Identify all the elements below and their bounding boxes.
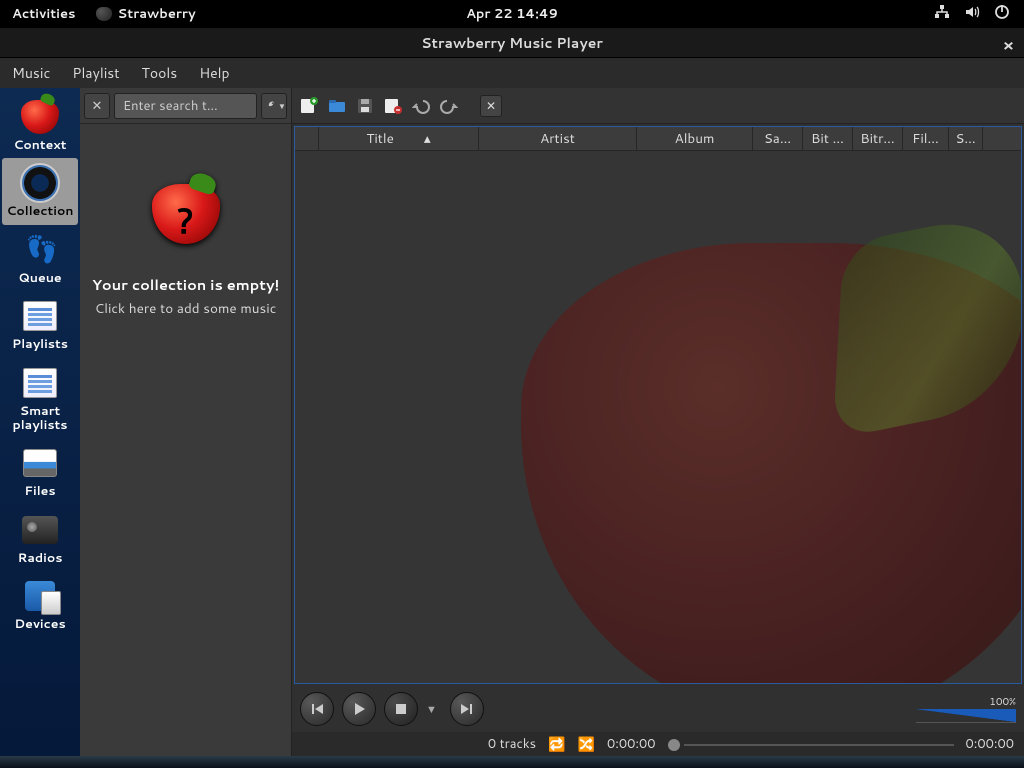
files-icon [23,449,57,477]
save-playlist-button[interactable] [354,95,376,117]
new-playlist-button[interactable] [298,95,320,117]
repeat-icon[interactable]: 🔁 [548,734,565,754]
volume-icon[interactable] [964,4,980,25]
seek-slider[interactable] [498,704,892,714]
clear-playlist-button[interactable] [382,95,404,117]
collection-toolbar: ✕ Enter search t… ▼ [80,88,291,124]
status-bar: 0 tracks 🔁 🔀 0:00:00 0:00:00 [292,732,1024,756]
window-title: Strawberry Music Player [421,33,603,53]
sidebar-item-label: Radios [18,551,63,565]
menu-help[interactable]: Help [199,63,229,83]
column-header[interactable]: Sa… [753,127,803,150]
column-header[interactable]: S… [949,127,983,150]
volume-label: 100% [989,695,1016,709]
volume-control[interactable]: 100% [906,695,1016,723]
question-mark-icon: ? [177,196,194,244]
collection-options-button[interactable]: ▼ [261,93,287,119]
menu-music[interactable]: Music [12,63,50,83]
footsteps-icon: 👣 [26,235,54,265]
elapsed-time: 0:00:00 [607,735,656,753]
sidebar-item-label: Smart playlists [2,404,78,433]
redo-button[interactable] [438,95,460,117]
app-menu[interactable]: Strawberry [96,5,196,23]
collection-search-input[interactable]: Enter search t… [114,93,257,119]
left-sidebar: Context Collection 👣 Queue Playlists Sma… [0,88,80,756]
position-slider[interactable] [668,735,954,753]
stop-after-dropdown[interactable]: ▼ [426,701,442,717]
sidebar-item-context[interactable]: Context [2,92,78,158]
sidebar-item-label: Queue [18,271,61,285]
column-header[interactable]: Bit … [803,127,853,150]
sidebar-item-queue[interactable]: 👣 Queue [2,225,78,291]
menu-playlist[interactable]: Playlist [72,63,119,83]
wrench-icon [262,99,276,113]
next-button[interactable] [450,692,484,726]
playlist-icon [23,301,57,331]
sidebar-item-collection[interactable]: Collection [2,158,78,224]
collection-empty-subtext: Click here to add some music [95,299,277,318]
radio-icon [22,516,58,544]
column-headers: Title ▴ArtistAlbumSa…Bit …Bitr…Fil…S… [295,127,1021,151]
column-header[interactable]: Title ▴ [319,127,479,150]
collection-panel: ✕ Enter search t… ▼ ? Your collection is… [80,88,292,756]
column-header[interactable]: Fil… [903,127,949,150]
sort-asc-icon: ▴ [424,129,431,148]
column-header[interactable]: Album [637,127,753,150]
column-header[interactable]: Bitr… [853,127,903,150]
previous-button[interactable] [300,692,334,726]
sidebar-item-playlists[interactable]: Playlists [2,291,78,357]
collection-empty-state[interactable]: ? Your collection is empty! Click here t… [80,124,291,756]
menu-tools[interactable]: Tools [142,63,178,83]
stop-button[interactable] [384,692,418,726]
sidebar-item-smart-playlists[interactable]: Smart playlists [2,358,78,439]
window-titlebar: Strawberry Music Player × [0,28,1024,58]
activities-button[interactable]: Activities [12,5,76,23]
total-time: 0:00:00 [966,735,1015,753]
playlist-toolbar: ✕ [292,88,1024,124]
sidebar-item-devices[interactable]: Devices [2,571,78,637]
playback-bar: ▼ 100% [292,686,1024,732]
playlist-pane: ✕ Title ▴ArtistAlbumSa…Bit …Bitr…Fil…S… … [292,88,1024,756]
menubar: Music Playlist Tools Help [0,58,1024,88]
smart-playlist-icon [23,368,57,398]
desktop-background [0,756,1024,768]
collection-empty-heading: Your collection is empty! [92,274,279,295]
strawberry-icon [21,100,59,134]
vinyl-icon [20,163,60,203]
window-close-button[interactable]: × [1003,34,1014,57]
track-count: 0 tracks [488,735,536,753]
sidebar-item-label: Devices [14,617,65,631]
playlist-body[interactable] [295,151,1021,683]
sidebar-item-label: Files [24,484,55,498]
column-header[interactable] [295,127,319,150]
sidebar-item-files[interactable]: Files [2,438,78,504]
close-tab-button[interactable]: ✕ [480,95,502,117]
strawberry-icon [96,7,112,21]
shuffle-icon[interactable]: 🔀 [578,734,595,754]
sidebar-item-label: Context [14,138,67,152]
column-header[interactable]: Artist [479,127,637,150]
undo-button[interactable] [410,95,432,117]
play-button[interactable] [342,692,376,726]
playlist-table: Title ▴ArtistAlbumSa…Bit …Bitr…Fil…S… [294,126,1022,684]
network-icon[interactable] [934,4,950,25]
power-icon[interactable] [994,4,1010,25]
open-playlist-button[interactable] [326,95,348,117]
sidebar-item-radios[interactable]: Radios [2,505,78,571]
clear-search-button[interactable]: ✕ [84,93,110,119]
app-menu-label: Strawberry [118,5,196,23]
sidebar-item-label: Playlists [12,337,68,351]
sidebar-item-label: Collection [7,204,74,218]
devices-icon [25,581,55,611]
panel-clock[interactable]: Apr 22 14:49 [466,5,558,23]
gnome-top-panel: Activities Strawberry Apr 22 14:49 [0,0,1024,28]
